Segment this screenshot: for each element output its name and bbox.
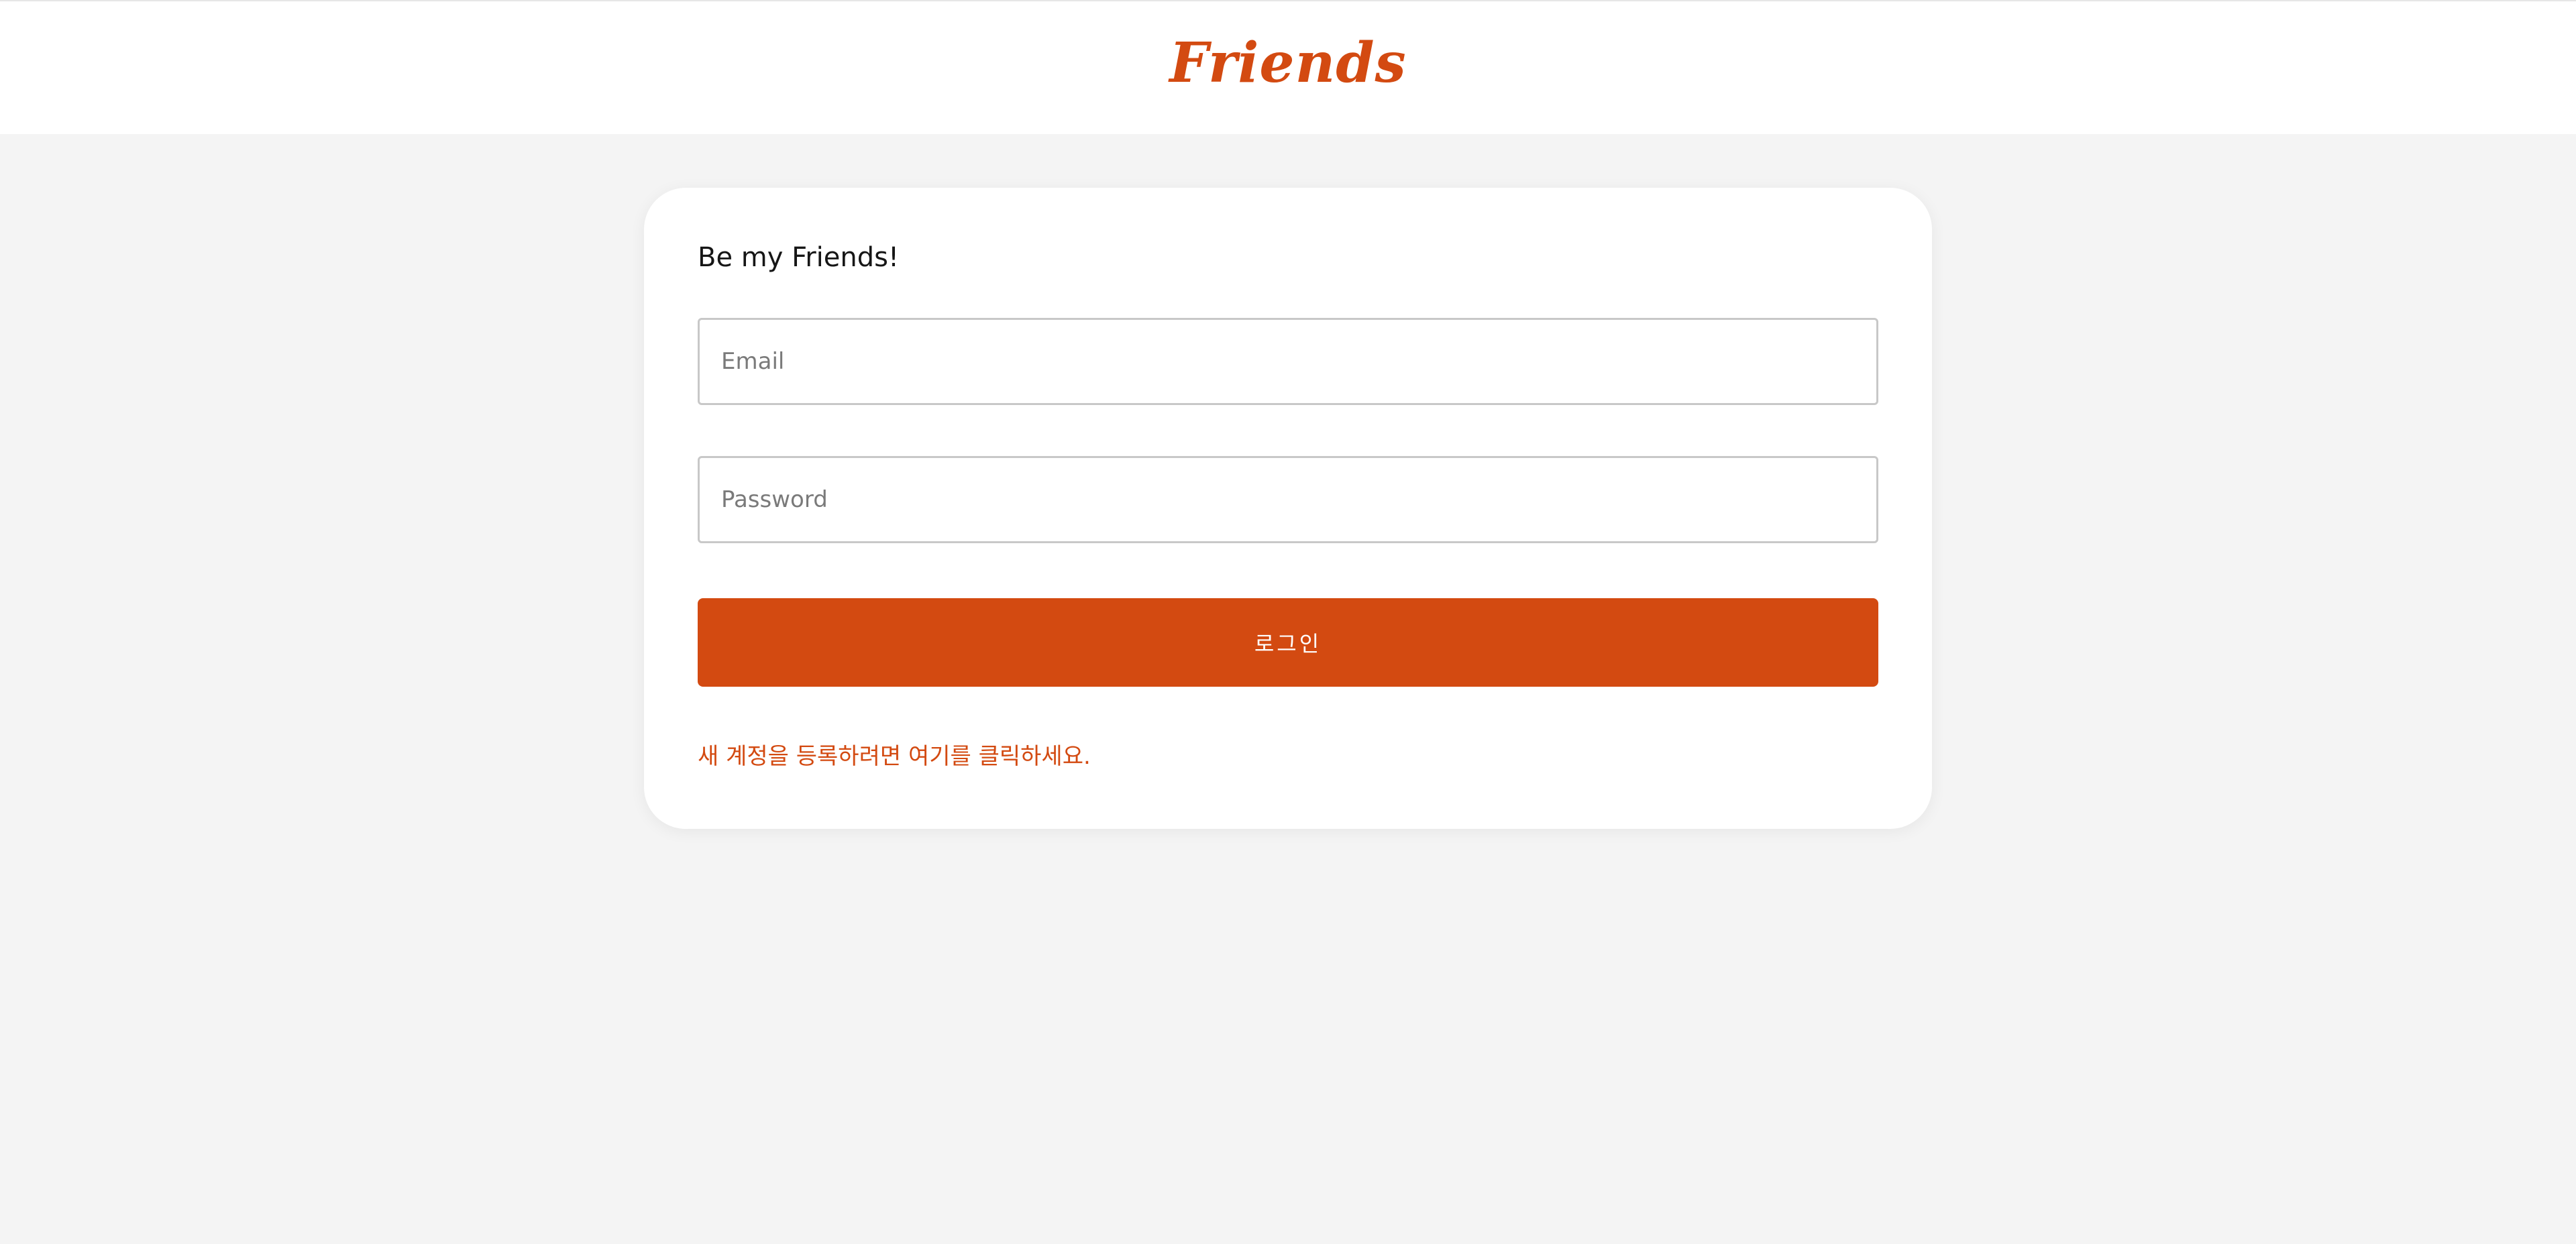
email-input[interactable] <box>698 318 1878 405</box>
register-link[interactable]: 새 계정을 등록하려면 여기를 클릭하세요. <box>698 743 1091 771</box>
login-card: Be my Friends! 로그인 새 계정을 등록하려면 여기를 클릭하세요… <box>644 188 1932 829</box>
friends-logo[interactable]: Friends <box>1169 36 1406 91</box>
login-button[interactable]: 로그인 <box>698 598 1878 687</box>
login-title: Be my Friends! <box>698 242 899 273</box>
site-header: Friends <box>0 0 2576 134</box>
password-input[interactable] <box>698 456 1878 543</box>
